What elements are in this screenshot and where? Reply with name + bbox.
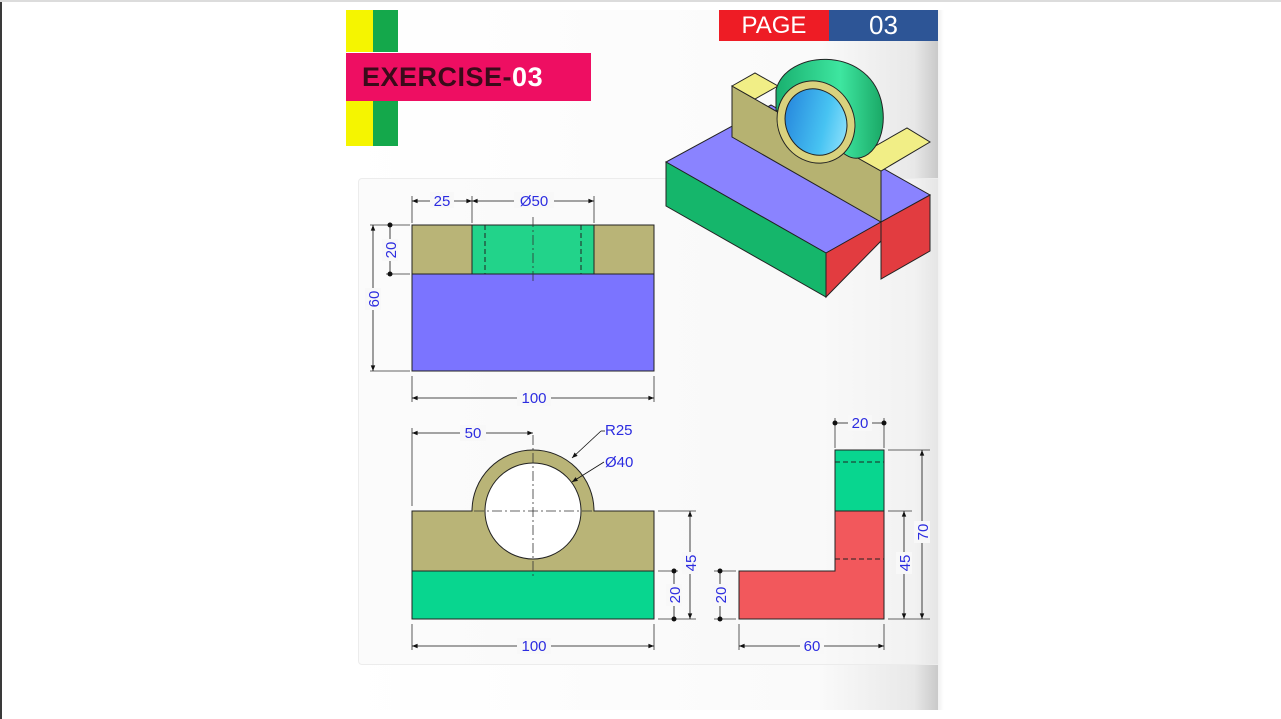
dim-side-60: 60 <box>804 638 821 655</box>
dim-side-70: 70 <box>915 524 932 541</box>
dim-front-100: 100 <box>521 638 546 655</box>
dim-side-20-top: 20 <box>852 415 869 432</box>
exercise-page: EXERCISE- 03 PAGE 03 25 Ø50 20 60 100 50… <box>346 10 938 710</box>
front-view: 50 R25 Ø40 45 20 100 <box>411 422 700 655</box>
side-view-boss <box>834 449 885 512</box>
dim-top-20: 20 <box>383 242 400 259</box>
dim-side-45: 45 <box>897 555 914 572</box>
side-view: 20 70 45 20 60 <box>712 415 932 655</box>
dim-front-45: 45 <box>683 555 700 572</box>
window-left-border <box>0 0 2 719</box>
top-view-base <box>411 273 655 372</box>
technical-drawing: 25 Ø50 20 60 100 50 R25 Ø40 45 20 100 20… <box>365 58 932 655</box>
dim-front-20: 20 <box>667 587 684 604</box>
dim-top-100: 100 <box>521 390 546 407</box>
dim-front-r25: R25 <box>605 422 633 439</box>
dim-top-60: 60 <box>366 291 383 308</box>
dim-side-20-left: 20 <box>713 587 730 604</box>
dim-front-dia40: Ø40 <box>605 454 633 471</box>
dim-top-25: 25 <box>434 193 451 210</box>
dim-top-dia50: Ø50 <box>520 193 548 210</box>
side-view-body <box>738 510 885 620</box>
front-view-base <box>411 570 655 620</box>
isometric-view <box>664 58 932 299</box>
top-view: 25 Ø50 20 60 100 <box>365 192 655 407</box>
page-shadow <box>938 10 944 710</box>
window-top-border <box>0 0 1281 2</box>
dim-front-50: 50 <box>465 425 482 442</box>
